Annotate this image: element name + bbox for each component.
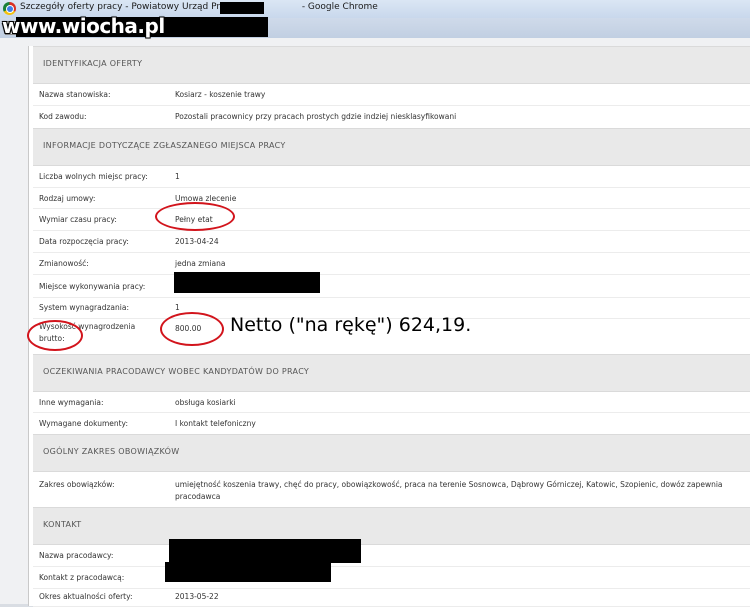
watermark: www.wiocha.pl: [2, 14, 165, 38]
field-value: 2013-05-22: [175, 592, 219, 601]
row-shifts: Zmianowość: jedna zmiana: [33, 252, 750, 275]
field-value: umiejętność koszenia trawy, chęć do prac…: [175, 480, 723, 489]
redacted-employer-name: [169, 539, 361, 563]
row-validity: Okres aktualności oferty: 2013-05-22: [33, 588, 750, 607]
field-value: Kosiarz - koszenie trawy: [175, 90, 266, 99]
field-value: jedna zmiana: [175, 259, 226, 268]
net-salary-annotation: Netto ("na rękę") 624,19.: [230, 314, 472, 336]
section-title: OGÓLNY ZAKRES OBOWIĄZKÓW: [43, 447, 180, 456]
field-value: 1: [175, 172, 180, 181]
field-label: Zakres obowiązków:: [39, 480, 115, 489]
field-label: System wynagradzania:: [39, 303, 129, 312]
field-label: Zmianowość:: [39, 259, 89, 268]
section-title: IDENTYFIKACJA OFERTY: [43, 59, 143, 68]
field-value: 1: [175, 303, 180, 312]
section-contact: KONTAKT: [33, 507, 750, 545]
field-label: Data rozpoczęcia pracy:: [39, 237, 129, 246]
row-employer-contact: Kontakt z pracodawcą:: [33, 566, 750, 589]
window-title-prefix: Szczegóły oferty pracy - Powiatowy Urząd…: [20, 2, 247, 12]
row-documents: Wymagane dokumenty: I kontakt telefonicz…: [33, 412, 750, 435]
window-title-suffix: - Google Chrome: [301, 2, 378, 12]
field-value-line2: pracodawca: [175, 492, 221, 501]
window-title: Szczegóły oferty pracy - Powiatowy Urząd…: [20, 2, 378, 12]
redacted-place: [174, 272, 320, 293]
row-start-date: Data rozpoczęcia pracy: 2013-04-24: [33, 230, 750, 253]
field-label: Kod zawodu:: [39, 112, 87, 121]
field-label: Liczba wolnych miejsc pracy:: [39, 172, 148, 181]
field-label: Miejsce wykonywania pracy:: [39, 282, 146, 291]
row-contract: Rodzaj umowy: Umowa zlecenie: [33, 187, 750, 209]
row-place: Miejsce wykonywania pracy:: [33, 274, 750, 298]
section-workplace: INFORMACJE DOTYCZĄCE ZGŁASZANEGO MIEJSCA…: [33, 128, 750, 166]
section-title: INFORMACJE DOTYCZĄCE ZGŁASZANEGO MIEJSCA…: [43, 141, 286, 150]
highlight-gross-label: [27, 320, 83, 351]
section-expectations: OCZEKIWANIA PRACODAWCY WOBEC KANDYDATÓW …: [33, 354, 750, 392]
redacted-employer-contact: [165, 562, 331, 582]
field-label: Wymiar czasu pracy:: [39, 215, 117, 224]
field-value: Pozostali pracownicy przy pracach prosty…: [175, 112, 457, 121]
field-label: Nazwa pracodawcy:: [39, 551, 114, 560]
field-label: Inne wymagania:: [39, 398, 104, 407]
section-title: KONTAKT: [43, 520, 82, 529]
section-scope: OGÓLNY ZAKRES OBOWIĄZKÓW: [33, 434, 750, 472]
field-value: obsługa kosiarki: [175, 398, 236, 407]
field-label: Kontakt z pracodawcą:: [39, 573, 125, 582]
highlight-worktime: [155, 202, 235, 231]
row-position: Nazwa stanowiska: Kosiarz - koszenie tra…: [33, 83, 750, 106]
section-title: OCZEKIWANIA PRACODAWCY WOBEC KANDYDATÓW …: [43, 367, 310, 376]
highlight-salary-value: [160, 312, 224, 346]
row-employer: Nazwa pracodawcy:: [33, 544, 750, 567]
section-identification: IDENTYFIKACJA OFERTY: [33, 46, 750, 84]
field-label: Wymagane dokumenty:: [39, 419, 128, 428]
field-label: Rodzaj umowy:: [39, 194, 96, 203]
field-value: 2013-04-24: [175, 237, 219, 246]
redacted-title-city: [220, 2, 264, 14]
field-value: I kontakt telefoniczny: [175, 419, 256, 428]
row-other-requirements: Inne wymagania: obsługa kosiarki: [33, 391, 750, 413]
field-label: Okres aktualności oferty:: [39, 592, 133, 601]
row-worktime: Wymiar czasu pracy: Pełny etat: [33, 208, 750, 231]
row-code: Kod zawodu: Pozostali pracownicy przy pr…: [33, 105, 750, 129]
row-vacancies: Liczba wolnych miejsc pracy: 1: [33, 165, 750, 188]
field-label: Nazwa stanowiska:: [39, 90, 111, 99]
